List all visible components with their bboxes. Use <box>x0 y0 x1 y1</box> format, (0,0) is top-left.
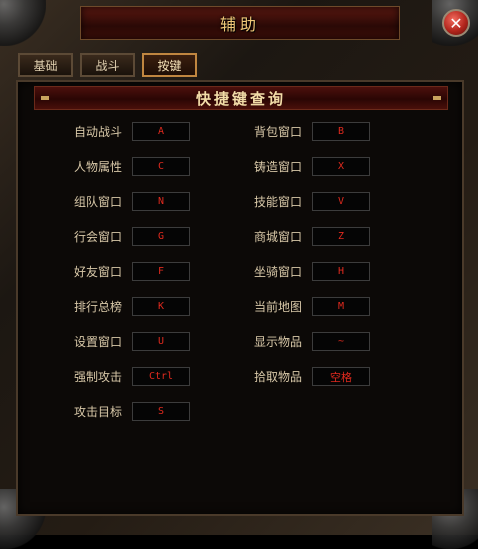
close-button[interactable]: ✕ <box>442 9 470 37</box>
shortcut-row: 坐骑窗口 H <box>236 262 370 281</box>
shortcut-key-field[interactable]: U <box>132 332 190 351</box>
shortcut-label: 当前地图 <box>253 300 302 314</box>
shortcut-key-field[interactable]: Ctrl <box>132 367 190 386</box>
shortcut-key-field[interactable]: M <box>312 297 370 316</box>
panel-header: 快捷键查询 <box>34 86 448 110</box>
shortcut-key-field[interactable]: H <box>312 262 370 281</box>
shortcut-key-field[interactable]: V <box>312 192 370 211</box>
title-bar[interactable]: 辅助 <box>80 6 400 40</box>
shortcut-label: 技能窗口 <box>253 195 302 209</box>
shortcut-key-field[interactable]: B <box>312 122 370 141</box>
shortcut-row: 当前地图 M <box>236 297 370 316</box>
shortcut-label: 好友窗口 <box>73 265 122 279</box>
shortcut-label: 行会窗口 <box>73 230 122 244</box>
tab-combat[interactable]: 战斗 <box>80 53 135 77</box>
shortcut-key-field[interactable]: C <box>132 157 190 176</box>
shortcut-row: 组队窗口 N <box>56 192 190 211</box>
shortcut-row: 拾取物品 空格 <box>236 367 370 386</box>
shortcut-label: 攻击目标 <box>73 405 122 419</box>
shortcut-row: 设置窗口 U <box>56 332 190 351</box>
shortcut-label: 背包窗口 <box>253 125 302 139</box>
shortcut-key-field[interactable]: ~ <box>312 332 370 351</box>
tab-keys-label: 按键 <box>157 58 182 73</box>
tab-basic-label: 基础 <box>33 58 58 73</box>
shortcut-key-field[interactable]: Z <box>312 227 370 246</box>
shortcut-label: 人物属性 <box>73 160 122 174</box>
shortcut-label: 排行总榜 <box>73 300 122 314</box>
shortcut-row: 显示物品 ~ <box>236 332 370 351</box>
close-icon: ✕ <box>449 13 463 33</box>
tab-keys[interactable]: 按键 <box>142 53 197 77</box>
shortcut-panel: 快捷键查询 自动战斗 A 人物属性 C 组队窗口 N 行会窗口 G 好友窗口 F… <box>16 80 464 516</box>
shortcut-label: 铸造窗口 <box>253 160 302 174</box>
shortcut-key-field[interactable]: S <box>132 402 190 421</box>
auxiliary-window: 辅助 ✕ 基础 战斗 按键 快捷键查询 自动战斗 A 人物属性 C 组队窗口 N… <box>0 0 478 549</box>
shortcut-key-field[interactable]: X <box>312 157 370 176</box>
shortcut-key-field[interactable]: G <box>132 227 190 246</box>
header-ornament-left <box>41 96 49 100</box>
shortcut-row: 背包窗口 B <box>236 122 370 141</box>
ornament-corner-top-left <box>0 0 46 46</box>
shortcut-row: 好友窗口 F <box>56 262 190 281</box>
shortcut-key-field[interactable]: N <box>132 192 190 211</box>
shortcut-row: 商城窗口 Z <box>236 227 370 246</box>
shortcut-row: 攻击目标 S <box>56 402 190 421</box>
shortcut-label: 拾取物品 <box>253 370 302 384</box>
shortcut-row: 行会窗口 G <box>56 227 190 246</box>
shortcut-row: 技能窗口 V <box>236 192 370 211</box>
shortcut-key-field[interactable]: F <box>132 262 190 281</box>
tab-basic[interactable]: 基础 <box>18 53 73 77</box>
shortcut-key-field[interactable]: 空格 <box>312 367 370 386</box>
shortcut-key-field[interactable]: A <box>132 122 190 141</box>
shortcut-label: 组队窗口 <box>73 195 122 209</box>
tab-combat-label: 战斗 <box>95 58 120 73</box>
shortcut-label: 自动战斗 <box>73 125 122 139</box>
shortcut-row: 排行总榜 K <box>56 297 190 316</box>
shortcut-label: 强制攻击 <box>73 370 122 384</box>
shortcut-label: 显示物品 <box>253 335 302 349</box>
shortcut-row: 人物属性 C <box>56 157 190 176</box>
window-title: 辅助 <box>219 15 260 34</box>
shortcut-row: 强制攻击 Ctrl <box>56 367 190 386</box>
shortcut-label: 设置窗口 <box>73 335 122 349</box>
shortcut-row: 自动战斗 A <box>56 122 190 141</box>
header-ornament-right <box>433 96 441 100</box>
shortcut-row: 铸造窗口 X <box>236 157 370 176</box>
tab-bar: 基础 战斗 按键 <box>18 53 197 77</box>
shortcut-key-field[interactable]: K <box>132 297 190 316</box>
panel-header-title: 快捷键查询 <box>195 89 286 108</box>
shortcut-label: 坐骑窗口 <box>253 265 302 279</box>
shortcut-label: 商城窗口 <box>253 230 302 244</box>
